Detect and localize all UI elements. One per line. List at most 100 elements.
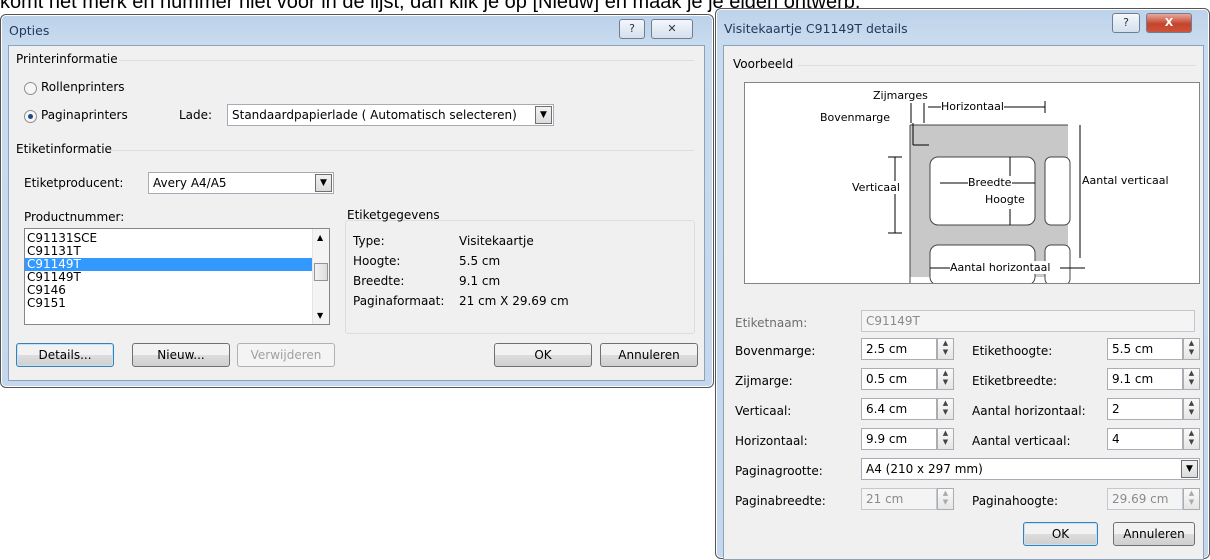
paginaprinters-radio[interactable] bbox=[24, 110, 37, 123]
close-button[interactable]: X bbox=[1146, 13, 1192, 33]
list-scrollbar[interactable]: ▲ ▼ bbox=[312, 229, 329, 324]
paginagrootte-label: Paginagrootte: bbox=[735, 464, 823, 478]
list-item[interactable]: C9151 bbox=[25, 297, 329, 310]
chevron-down-icon[interactable]: ▼ bbox=[315, 174, 332, 192]
etiketnaam-field[interactable]: C91149T bbox=[861, 310, 1195, 332]
hoogte-label: Hoogte: bbox=[353, 254, 401, 268]
close-icon: X bbox=[1164, 16, 1174, 29]
horizontaal-field[interactable]: 9.9 cm bbox=[861, 428, 937, 450]
etiketbreedte-label: Etiketbreedte: bbox=[972, 374, 1058, 388]
productnummer-label: Productnummer: bbox=[24, 210, 125, 224]
label-preview: Zijmarges Horizontaal Bovenmarge Aantal … bbox=[744, 82, 1200, 284]
aantal-horizontaal-stepper[interactable]: ▲ ▼ bbox=[1183, 398, 1200, 420]
lade-label: Lade: bbox=[179, 108, 213, 122]
producent-select[interactable]: Avery A4/A5 ▼ bbox=[148, 172, 334, 194]
paginabreedte-label: Paginabreedte: bbox=[735, 494, 826, 508]
scroll-down-icon[interactable]: ▼ bbox=[317, 311, 323, 320]
bovenmarge-field[interactable]: 2.5 cm bbox=[861, 338, 937, 360]
paginaprinters-label[interactable]: Paginaprinters bbox=[41, 108, 128, 122]
etiketnaam-label: Etiketnaam: bbox=[735, 316, 808, 330]
etikethoogte-stepper[interactable]: ▲ ▼ bbox=[1183, 338, 1200, 360]
etiketbreedte-stepper[interactable]: ▲ ▼ bbox=[1183, 368, 1200, 390]
producent-value: Avery A4/A5 bbox=[153, 176, 227, 190]
help-icon: ? bbox=[629, 22, 635, 35]
etiketinfo-heading: Etiketinformatie bbox=[16, 142, 112, 156]
scroll-thumb[interactable] bbox=[314, 263, 328, 281]
etikethoogte-field[interactable]: 5.5 cm bbox=[1107, 338, 1183, 360]
verticaal-field[interactable]: 6.4 cm bbox=[861, 398, 937, 420]
product-list[interactable]: C91131SCE C91131T C91149T C91149T C9146 C9151… bbox=[24, 228, 330, 325]
zijmarge-field[interactable]: 0.5 cm bbox=[861, 368, 937, 390]
close-button[interactable]: ✕ bbox=[651, 19, 693, 39]
etiketgegevens-heading: Etiketgegevens bbox=[347, 208, 440, 222]
hoogte-value: 5.5 cm bbox=[459, 254, 501, 268]
opties-dialog: Opties ? ✕ Printerinformatie Rollenprint… bbox=[0, 14, 714, 388]
lade-select[interactable]: Standaardpapierlade ( Automatisch select… bbox=[227, 104, 554, 126]
details-dialog: Visitekaartje C91149T details ? X Voorbe… bbox=[715, 8, 1210, 560]
scroll-up-icon[interactable]: ▲ bbox=[317, 233, 323, 242]
zijmarges-label: Zijmarges bbox=[873, 89, 928, 102]
ok-button[interactable]: OK bbox=[494, 343, 592, 367]
aantal-verticaal-stepper[interactable]: ▲ ▼ bbox=[1183, 428, 1200, 450]
details-title: Visitekaartje C91149T details bbox=[724, 21, 908, 36]
separator bbox=[119, 60, 694, 61]
annuleren-button[interactable]: Annuleren bbox=[600, 343, 698, 367]
paginahoogte-label: Paginahoogte: bbox=[972, 494, 1058, 508]
etikethoogte-label: Etikethoogte: bbox=[972, 344, 1053, 358]
type-value: Visitekaartje bbox=[459, 234, 534, 248]
rollenprinters-radio[interactable] bbox=[24, 82, 37, 95]
close-icon: ✕ bbox=[667, 22, 677, 35]
nieuw-button[interactable]: Nieuw... bbox=[132, 343, 230, 367]
list-item[interactable]: C91149T bbox=[25, 271, 329, 284]
horizontaal-field-label: Horizontaal: bbox=[735, 434, 808, 448]
producent-label: Etiketproducent: bbox=[24, 176, 124, 190]
paginabreedte-field[interactable]: 21 cm bbox=[861, 488, 937, 510]
details-button[interactable]: Details... bbox=[16, 343, 114, 367]
help-button[interactable]: ? bbox=[1112, 13, 1140, 33]
chevron-down-icon[interactable]: ▼ bbox=[535, 106, 552, 124]
breedte-label: Breedte bbox=[968, 176, 1012, 189]
paginagrootte-select[interactable]: A4 (210 x 297 mm) ▼ bbox=[861, 458, 1200, 480]
hoogte-label: Hoogte bbox=[985, 193, 1025, 206]
opties-client: Printerinformatie Rollenprinters Paginap… bbox=[8, 45, 705, 381]
etiketbreedte-field[interactable]: 9.1 cm bbox=[1107, 368, 1183, 390]
paginahoogte-stepper[interactable]: ▲ ▼ bbox=[1183, 488, 1200, 510]
aantal-horizontaal-label: Aantal horizontaal bbox=[950, 261, 1051, 274]
breedte-value: 9.1 cm bbox=[459, 274, 501, 288]
help-icon: ? bbox=[1123, 16, 1129, 29]
ok-button[interactable]: OK bbox=[1023, 522, 1098, 546]
printerinfo-heading: Printerinformatie bbox=[16, 52, 118, 66]
rollenprinters-label[interactable]: Rollenprinters bbox=[41, 80, 125, 94]
voorbeeld-heading: Voorbeeld bbox=[733, 57, 794, 71]
paginabreedte-stepper[interactable]: ▲ ▼ bbox=[937, 488, 954, 510]
paginahoogte-field[interactable]: 29.69 cm bbox=[1107, 488, 1183, 510]
aantal-horizontaal-field[interactable]: 2 bbox=[1107, 398, 1183, 420]
separator bbox=[798, 65, 1196, 66]
aantal-horizontaal-field-label: Aantal horizontaal: bbox=[972, 404, 1086, 418]
bovenmarge-field-label: Bovenmarge: bbox=[735, 344, 816, 358]
details-titlebar: Visitekaartje C91149T details ? X bbox=[716, 9, 1209, 39]
separator bbox=[109, 150, 694, 151]
help-button[interactable]: ? bbox=[619, 19, 645, 39]
breedte-label: Breedte: bbox=[353, 274, 405, 288]
type-label: Type: bbox=[353, 234, 385, 248]
verticaal-stepper[interactable]: ▲ ▼ bbox=[937, 398, 954, 420]
bovenmarge-stepper[interactable]: ▲ ▼ bbox=[937, 338, 954, 360]
verwijderen-button[interactable]: Verwijderen bbox=[237, 343, 335, 367]
annuleren-button[interactable]: Annuleren bbox=[1113, 522, 1195, 546]
opties-title: Opties bbox=[9, 23, 50, 38]
aantal-verticaal-label: Aantal verticaal bbox=[1082, 174, 1169, 187]
bovenmarge-label: Bovenmarge bbox=[820, 111, 891, 124]
opties-titlebar: Opties ? ✕ bbox=[1, 15, 713, 45]
zijmarge-stepper[interactable]: ▲ ▼ bbox=[937, 368, 954, 390]
aantal-verticaal-field[interactable]: 4 bbox=[1107, 428, 1183, 450]
chevron-down-icon[interactable]: ▼ bbox=[1181, 460, 1198, 478]
paginaformaat-label: Paginaformaat: bbox=[353, 294, 445, 308]
list-item[interactable]: C9146 bbox=[25, 284, 329, 297]
zijmarge-label: Zijmarge: bbox=[735, 374, 793, 388]
horizontaal-stepper[interactable]: ▲ ▼ bbox=[937, 428, 954, 450]
verticaal-label: Verticaal bbox=[852, 181, 900, 194]
paginagrootte-value: A4 (210 x 297 mm) bbox=[866, 462, 983, 476]
lade-value: Standaardpapierlade ( Automatisch select… bbox=[232, 108, 517, 122]
horizontaal-label: Horizontaal bbox=[941, 100, 1004, 113]
